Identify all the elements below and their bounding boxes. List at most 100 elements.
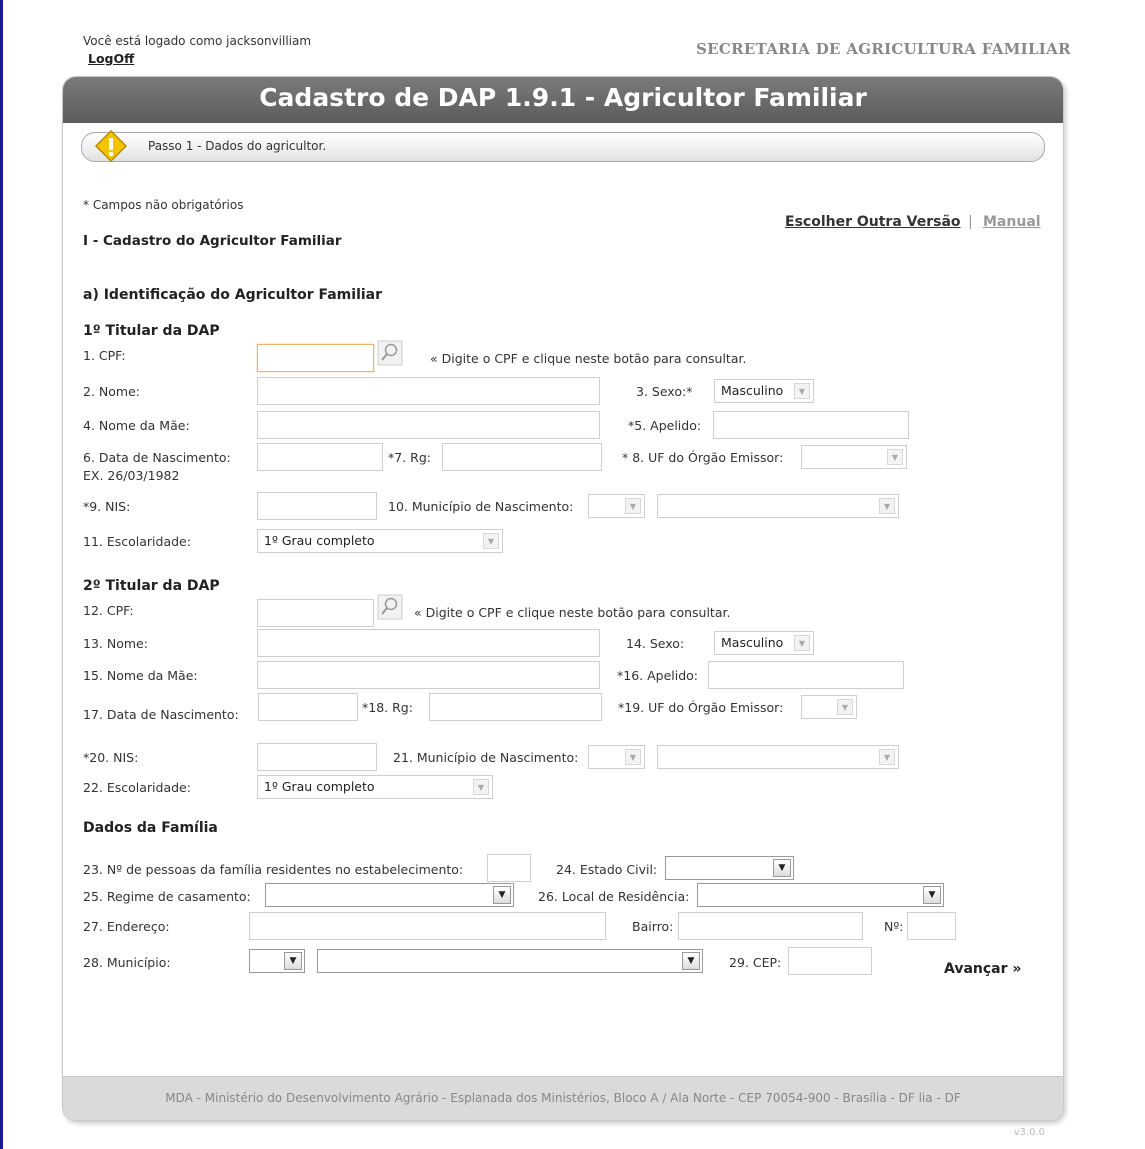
t2-uf-select[interactable]: ▼ — [801, 695, 857, 719]
chevron-down-icon: ▼ — [879, 749, 895, 765]
endereco-label: 27. Endereço: — [83, 919, 170, 934]
link-separator: | — [968, 214, 973, 230]
municipio-uf-select[interactable]: ▼ — [249, 949, 305, 973]
secretaria-title: SECRETARIA DE AGRICULTURA FAMILIAR — [696, 40, 1071, 58]
avancar-button[interactable]: Avançar » — [944, 961, 1021, 977]
cep-label: 29. CEP: — [729, 955, 782, 970]
cep-input[interactable] — [788, 947, 872, 975]
t1-uf-select[interactable]: ▼ — [801, 445, 907, 469]
t1-mae-label: 4. Nome da Mãe: — [83, 418, 190, 433]
titular1-heading: 1º Titular da DAP — [83, 323, 220, 339]
t1-sexo-select[interactable]: Masculino ▼ — [714, 379, 814, 403]
t2-uf-label: *19. UF do Órgão Emissor: — [618, 700, 784, 715]
escolher-versao-link[interactable]: Escolher Outra Versão — [785, 214, 961, 230]
t2-mun-uf-select[interactable]: ▼ — [588, 745, 645, 769]
chevron-down-icon: ▼ — [879, 498, 895, 514]
t2-nasc-label: 17. Data de Nascimento: — [83, 707, 239, 722]
t1-nis-input[interactable] — [257, 492, 377, 520]
t1-cpf-hint: « Digite o CPF e clique neste botão para… — [430, 351, 747, 366]
numero-input[interactable] — [907, 912, 956, 940]
t1-uf-label: * 8. UF do Órgão Emissor: — [622, 450, 784, 465]
t2-nasc-input[interactable] — [258, 693, 358, 721]
t1-cpf-label: 1. CPF: — [83, 348, 126, 363]
estado-civil-label: 24. Estado Civil: — [556, 862, 658, 877]
magnifier-icon[interactable] — [377, 594, 403, 620]
chevron-down-icon: ▼ — [794, 635, 810, 651]
bairro-label: Bairro: — [632, 919, 674, 934]
chevron-down-icon: ▼ — [483, 533, 499, 549]
t2-mun-label: 21. Município de Nascimento: — [393, 750, 579, 765]
identificacao-heading: a) Identificação do Agricultor Familiar — [83, 287, 383, 303]
municipio-select[interactable]: ▼ — [317, 949, 703, 973]
chevron-down-icon: ▼ — [473, 779, 489, 795]
t1-sexo-value: Masculino — [721, 383, 784, 398]
chevron-down-icon: ▼ — [625, 749, 641, 765]
chevron-down-icon: ▼ — [773, 859, 791, 877]
t1-cpf-input[interactable] — [257, 344, 374, 372]
pessoas-label: 23. Nº de pessoas da família residentes … — [83, 862, 464, 877]
t2-sexo-select[interactable]: Masculino ▼ — [714, 631, 814, 655]
t1-nome-input[interactable] — [257, 377, 600, 405]
t1-mun-select[interactable]: ▼ — [657, 494, 899, 518]
t2-esc-label: 22. Escolaridade: — [83, 780, 191, 795]
t1-nis-label: *9. NIS: — [83, 499, 131, 514]
logoff-link[interactable]: LogOff — [88, 51, 134, 66]
t1-mun-label: 10. Município de Nascimento: — [388, 499, 574, 514]
t1-esc-select[interactable]: 1º Grau completo ▼ — [257, 529, 503, 553]
card-header: Cadastro de DAP 1.9.1 - Agricultor Famil… — [63, 77, 1063, 123]
regime-select[interactable]: ▼ — [265, 883, 514, 907]
optional-note: * Campos não obrigatórios — [83, 198, 244, 212]
titular2-heading: 2º Titular da DAP — [83, 578, 220, 594]
local-residencia-select[interactable]: ▼ — [697, 883, 944, 907]
pessoas-input[interactable] — [487, 854, 531, 882]
t1-esc-value: 1º Grau completo — [264, 533, 375, 548]
t2-cpf-hint: « Digite o CPF e clique neste botão para… — [414, 605, 731, 620]
chevron-down-icon: ▼ — [284, 952, 302, 970]
section-title: I - Cadastro do Agricultor Familiar — [83, 233, 342, 249]
t1-mun-uf-select[interactable]: ▼ — [588, 494, 645, 518]
chevron-down-icon: ▼ — [887, 449, 903, 465]
t2-esc-select[interactable]: 1º Grau completo ▼ — [257, 775, 493, 799]
footer-text: MDA - Ministério do Desenvolvimento Agrá… — [165, 1091, 961, 1105]
chevron-down-icon: ▼ — [493, 886, 511, 904]
estado-civil-select[interactable]: ▼ — [665, 856, 794, 880]
warning-icon — [94, 129, 128, 163]
magnifier-icon[interactable] — [377, 340, 403, 366]
t2-cpf-input[interactable] — [257, 599, 374, 627]
t1-sexo-label: 3. Sexo:* — [636, 384, 693, 399]
logged-user-text: Você está logado como jacksonvilliam — [83, 34, 312, 48]
chevron-down-icon: ▼ — [682, 952, 700, 970]
t2-mae-input[interactable] — [257, 661, 600, 689]
t2-mae-label: 15. Nome da Mãe: — [83, 668, 198, 683]
left-border-bar — [0, 0, 3, 1149]
chevron-down-icon: ▼ — [625, 498, 641, 514]
t1-nasc-input[interactable] — [257, 443, 383, 471]
manual-link[interactable]: Manual — [983, 214, 1041, 230]
endereco-input[interactable] — [249, 912, 606, 940]
bairro-input[interactable] — [678, 912, 863, 940]
t2-nome-label: 13. Nome: — [83, 636, 148, 651]
t2-mun-select[interactable]: ▼ — [657, 745, 899, 769]
t1-rg-input[interactable] — [442, 443, 602, 471]
regime-label: 25. Regime de casamento: — [83, 889, 251, 904]
t1-nasc-label: 6. Data de Nascimento: — [83, 450, 231, 465]
chevron-down-icon: ▼ — [923, 886, 941, 904]
t1-mae-input[interactable] — [257, 411, 600, 439]
t1-esc-label: 11. Escolaridade: — [83, 534, 191, 549]
numero-label: Nº: — [884, 919, 904, 934]
t2-sexo-value: Masculino — [721, 635, 784, 650]
t2-sexo-label: 14. Sexo: — [626, 636, 685, 651]
t2-rg-input[interactable] — [429, 693, 602, 721]
t2-nome-input[interactable] — [257, 629, 600, 657]
familia-heading: Dados da Família — [83, 820, 218, 836]
chevron-down-icon: ▼ — [837, 699, 853, 715]
t1-nome-label: 2. Nome: — [83, 384, 140, 399]
municipio-label: 28. Município: — [83, 955, 171, 970]
page-title: Cadastro de DAP 1.9.1 - Agricultor Famil… — [259, 83, 867, 112]
t2-rg-label: *18. Rg: — [362, 700, 413, 715]
t1-nasc-example: EX. 26/03/1982 — [83, 468, 180, 483]
t1-apelido-label: *5. Apelido: — [628, 418, 702, 433]
t1-apelido-input[interactable] — [713, 411, 909, 439]
t2-nis-input[interactable] — [257, 743, 377, 771]
t2-apelido-input[interactable] — [708, 661, 904, 689]
